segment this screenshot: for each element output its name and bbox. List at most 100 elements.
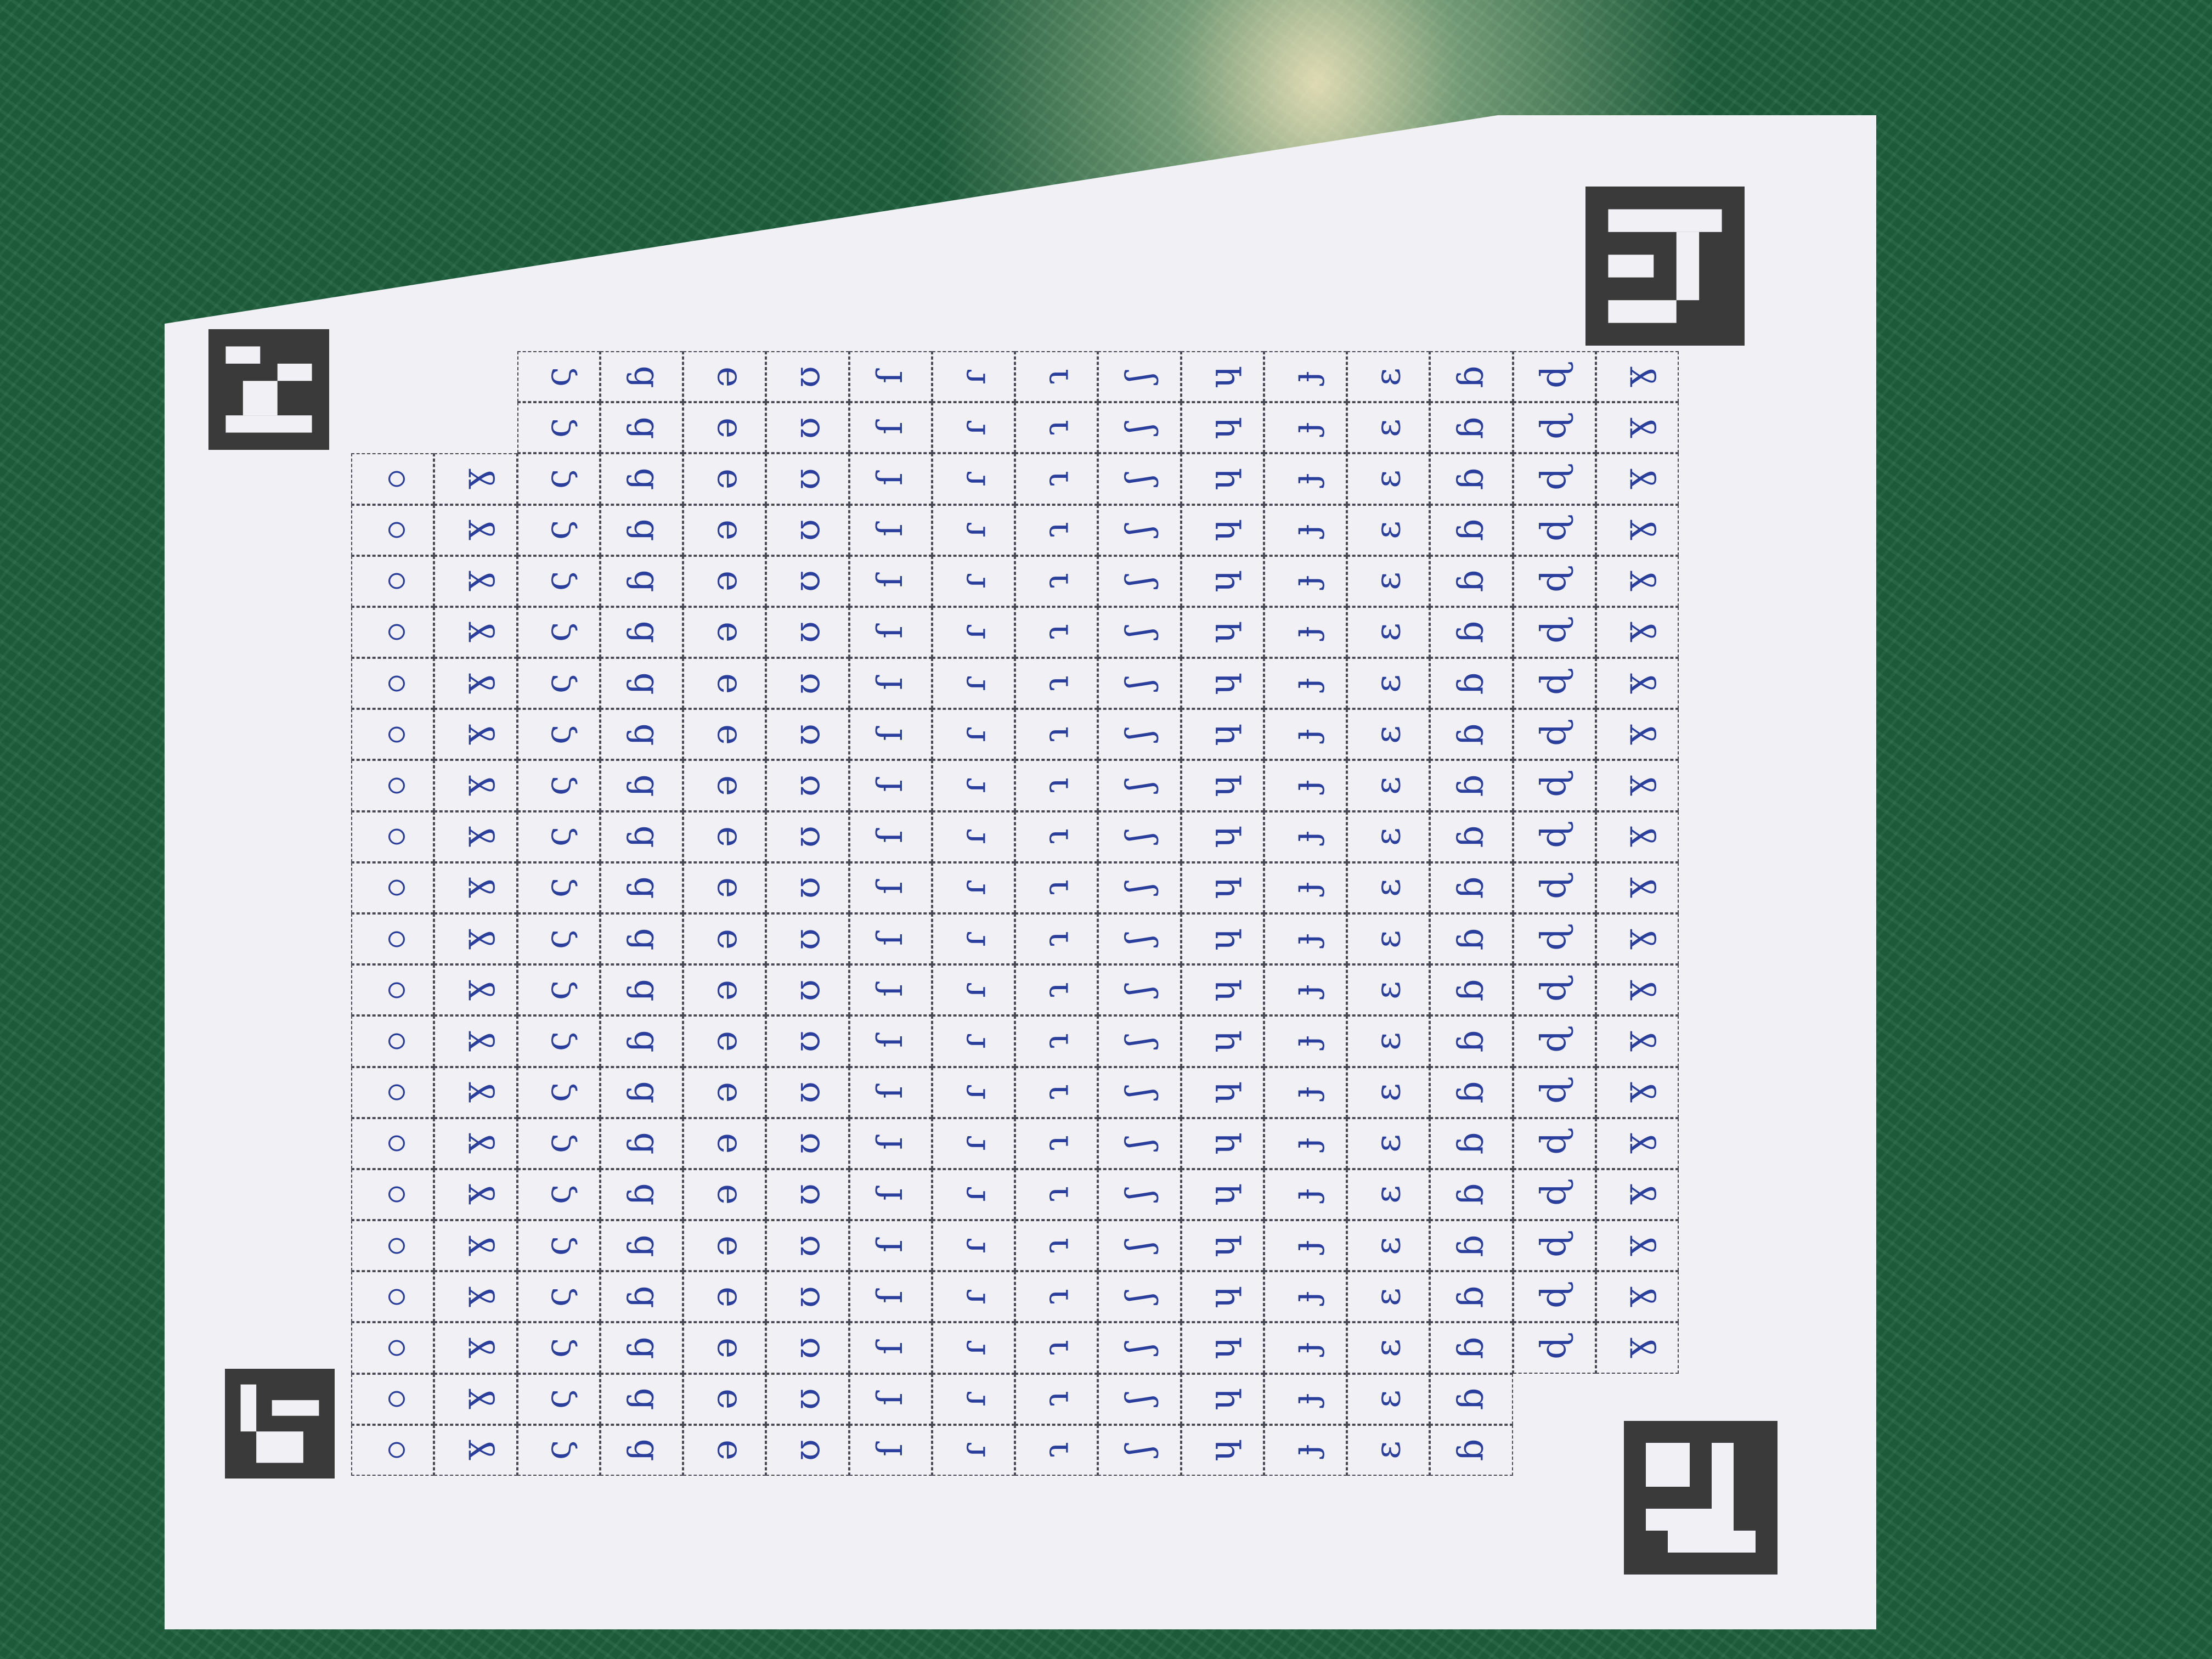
- handwritten-glyph: ɓ: [621, 1030, 662, 1053]
- grid-cell: ɾ: [932, 1322, 1015, 1374]
- handwritten-glyph: ɣ: [1617, 1235, 1658, 1256]
- handwritten-glyph: ɿ: [1036, 726, 1077, 743]
- handwritten-glyph: ɖ: [1534, 365, 1575, 388]
- grid-cell: ɾ: [932, 1373, 1015, 1425]
- handwritten-glyph: ς: [538, 520, 579, 540]
- grid-cell: ɛ: [1347, 1373, 1430, 1425]
- grid-cell: ဝ: [351, 862, 435, 913]
- grid-cell: ς: [517, 709, 600, 760]
- handwritten-glyph: ɟ: [1285, 524, 1326, 536]
- grid-cell: ɓ: [600, 811, 683, 862]
- handwritten-glyph: ɓ: [621, 876, 662, 899]
- grid-cell: ဝ: [351, 555, 435, 607]
- grid-cell: ə: [683, 606, 766, 658]
- grid-cell: ſ: [849, 402, 932, 454]
- grid-cell: ɾ: [932, 1424, 1015, 1476]
- grid-cell: ɟ: [1263, 555, 1347, 607]
- grid-cell: ʊ: [766, 913, 849, 965]
- grid-cell: ɥ: [1181, 402, 1264, 454]
- grid-cell: ɾ: [932, 760, 1015, 811]
- handwritten-glyph: ɣ: [1617, 673, 1658, 694]
- handwritten-glyph: ſ: [870, 1341, 911, 1355]
- grid-cell: ဝ: [351, 1220, 435, 1272]
- handwritten-glyph: ɿ: [1036, 1289, 1077, 1305]
- grid-cell: ɓ: [1430, 658, 1513, 709]
- handwritten-glyph: ʃ: [1119, 423, 1160, 433]
- grid-cell: ə: [683, 453, 766, 505]
- handwritten-glyph: ɣ: [455, 571, 496, 592]
- handwritten-glyph: ɥ: [1202, 1387, 1243, 1410]
- grid-cell: ɥ: [1181, 964, 1264, 1016]
- grid-cell: ɣ: [434, 913, 517, 965]
- grid-cell: ɾ: [932, 658, 1015, 709]
- grid-cell: ɓ: [1430, 913, 1513, 965]
- handwritten-glyph: ɣ: [1617, 775, 1658, 797]
- grid-cell: ɣ: [434, 658, 517, 709]
- grid-cell: ɟ: [1263, 862, 1347, 913]
- handwritten-glyph: ς: [538, 417, 579, 438]
- grid-cell: ɓ: [600, 606, 683, 658]
- grid-cell: ɾ: [932, 1015, 1015, 1067]
- handwritten-glyph: ɓ: [621, 621, 662, 644]
- handwritten-glyph: ɿ: [1036, 675, 1077, 692]
- grid-cell: ɣ: [1595, 1322, 1679, 1374]
- handwritten-glyph: ဝ: [372, 622, 413, 642]
- grid-cell: ɛ: [1347, 760, 1430, 811]
- handwritten-glyph: ɿ: [1036, 1135, 1077, 1152]
- handwritten-glyph: ſ: [870, 779, 911, 792]
- grid-cell: ɾ: [932, 1271, 1015, 1323]
- handwritten-glyph: ʃ: [1119, 474, 1160, 484]
- handwritten-glyph: ə: [704, 775, 745, 796]
- grid-cell: ſ: [849, 964, 932, 1016]
- handwritten-glyph: ɛ: [1368, 776, 1409, 795]
- grid-cell: ဝ: [351, 1066, 435, 1118]
- grid-cell: ſ: [849, 1118, 932, 1169]
- grid-cell: ɿ: [1015, 658, 1098, 709]
- handwritten-glyph: ς: [538, 929, 579, 949]
- handwritten-glyph: ɟ: [1285, 1240, 1326, 1251]
- handwritten-glyph: ə: [704, 1338, 745, 1358]
- handwritten-glyph: ſ: [870, 523, 911, 537]
- handwritten-glyph: ɓ: [621, 1183, 662, 1206]
- handwritten-glyph: ɾ: [953, 726, 994, 743]
- grid-cell: ς: [517, 964, 600, 1016]
- grid-cell: ɥ: [1181, 504, 1264, 556]
- handwritten-glyph: ʊ: [787, 1439, 828, 1462]
- handwritten-glyph: ɾ: [953, 1135, 994, 1152]
- grid-cell: ʃ: [1098, 555, 1181, 607]
- grid-cell: ɓ: [600, 913, 683, 965]
- handwritten-glyph: ဝ: [372, 776, 413, 795]
- grid-cell: ɓ: [1430, 811, 1513, 862]
- handwritten-glyph: ɛ: [1368, 572, 1409, 590]
- grid-cell: ɓ: [600, 1118, 683, 1169]
- handwritten-glyph: ɿ: [1036, 1391, 1077, 1407]
- grid-cell: ə: [683, 1271, 766, 1323]
- grid-cell: ɥ: [1181, 1169, 1264, 1221]
- grid-cell: ɣ: [434, 760, 517, 811]
- handwritten-glyph: ʃ: [1119, 1445, 1160, 1455]
- handwritten-glyph: ʃ: [1119, 576, 1160, 586]
- grid-cell: ſ: [849, 760, 932, 811]
- handwritten-glyph: ɥ: [1202, 979, 1243, 1002]
- grid-cell: ɥ: [1181, 913, 1264, 965]
- grid-cell: ɖ: [1513, 1066, 1596, 1118]
- grid-cell: ɣ: [1595, 1118, 1679, 1169]
- grid-cell: ɣ: [434, 1322, 517, 1374]
- handwritten-glyph: ɿ: [1036, 369, 1077, 385]
- grid-cell: ɟ: [1263, 1220, 1347, 1272]
- handwritten-glyph: ဝ: [372, 520, 413, 540]
- handwritten-glyph: ɛ: [1368, 368, 1409, 386]
- handwritten-glyph: ɥ: [1202, 1132, 1243, 1155]
- grid-cell: ဝ: [351, 504, 435, 556]
- grid-cell: ဝ: [351, 1373, 435, 1425]
- grid-cell: ς: [517, 811, 600, 862]
- handwritten-glyph: ʊ: [787, 672, 828, 695]
- grid-cell: ſ: [849, 453, 932, 505]
- grid-cell: ς: [517, 504, 600, 556]
- handwritten-glyph: ɣ: [1617, 366, 1658, 387]
- grid-cell: ſ: [849, 1271, 932, 1323]
- handwritten-glyph: ʊ: [787, 724, 828, 746]
- handwritten-glyph: ɛ: [1368, 419, 1409, 437]
- handwritten-glyph: ɓ: [1451, 467, 1492, 490]
- grid-cell: ſ: [849, 606, 932, 658]
